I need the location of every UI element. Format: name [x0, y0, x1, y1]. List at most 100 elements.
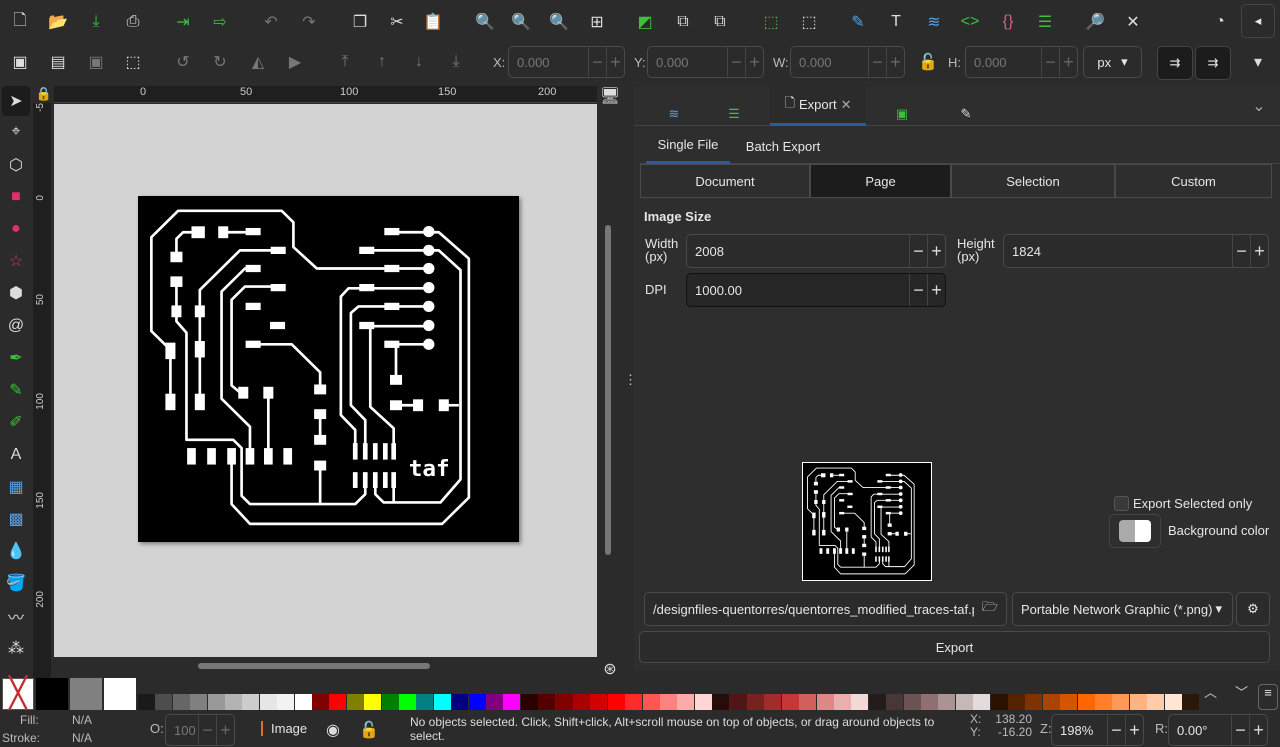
color-swatch[interactable] — [1008, 694, 1025, 710]
export-settings-button[interactable]: ⚙ — [1236, 592, 1270, 626]
vertical-scrollbar[interactable] — [605, 225, 611, 555]
ellipse-tool-icon[interactable]: ● — [4, 217, 28, 241]
area-document[interactable]: Document — [640, 164, 810, 198]
raise-to-top-icon[interactable]: ◩ — [633, 10, 657, 34]
shape-builder-icon[interactable]: ⬡ — [4, 153, 28, 177]
white-swatch[interactable] — [104, 678, 136, 710]
h-field[interactable]: 0.000− + — [965, 46, 1078, 78]
layer-visibility-icon[interactable]: ◉ — [321, 718, 345, 742]
stroke-value[interactable]: N/A — [72, 731, 92, 745]
raise-top-icon[interactable]: ⤒ — [333, 50, 357, 74]
guide-lock-icon[interactable]: 🔒 — [34, 84, 54, 104]
color-swatch[interactable] — [172, 694, 190, 710]
folder-open-icon[interactable]: 🗁 — [974, 598, 1006, 620]
color-swatch[interactable] — [190, 694, 208, 710]
color-swatch[interactable] — [225, 694, 242, 710]
color-swatch[interactable] — [486, 694, 503, 710]
color-swatch[interactable] — [973, 694, 991, 710]
transform-stroke-button[interactable]: ⇉ — [1157, 46, 1193, 80]
color-swatch[interactable] — [277, 694, 295, 710]
color-swatch[interactable] — [747, 694, 764, 710]
dpi-field[interactable]: 1000.00− + — [686, 273, 946, 307]
raise-icon[interactable]: ↑ — [370, 50, 394, 74]
tab-batch-export[interactable]: Batch Export — [740, 128, 826, 164]
export-button[interactable]: Export — [639, 631, 1270, 663]
mesh-tool-icon[interactable]: ▩ — [4, 507, 28, 531]
color-swatch[interactable] — [729, 694, 747, 710]
color-swatch[interactable] — [155, 694, 173, 710]
tab-export[interactable]: 🗋 Export ✕ — [770, 86, 866, 126]
rotation-field[interactable]: 0.00° − + — [1168, 714, 1268, 746]
redo-icon[interactable]: ↷ — [297, 10, 321, 34]
color-swatch[interactable] — [781, 694, 799, 710]
color-swatch[interactable] — [660, 694, 677, 710]
color-swatch[interactable] — [1129, 694, 1147, 710]
select-all-icon[interactable]: ▣ — [8, 50, 32, 74]
lower-bottom-icon[interactable]: ⤓ — [444, 50, 468, 74]
close-icon[interactable]: ✕ — [841, 97, 852, 113]
scroll-up-icon[interactable]: ︿ — [1204, 682, 1217, 701]
select-same-icon[interactable]: ⬚ — [121, 50, 145, 74]
color-swatch[interactable] — [712, 694, 730, 710]
color-swatch[interactable] — [503, 694, 521, 710]
group-icon[interactable]: ⬚ — [759, 10, 783, 34]
zoom-drawing-icon[interactable]: 🔍 — [509, 10, 533, 34]
opacity-field[interactable]: 100− + — [165, 714, 235, 746]
ungroup-icon[interactable]: ⬚ — [797, 10, 821, 34]
horizontal-scrollbar[interactable] — [198, 663, 430, 669]
area-selection[interactable]: Selection — [951, 164, 1115, 198]
y-field[interactable]: 0.000− + — [647, 46, 764, 78]
lower-icon[interactable]: ↓ — [407, 50, 431, 74]
rotate-cw-icon[interactable]: ↻ — [208, 50, 232, 74]
color-swatch[interactable] — [294, 694, 312, 710]
color-swatch[interactable] — [834, 694, 851, 710]
spiral-tool-icon[interactable]: @ — [4, 314, 28, 338]
color-swatch[interactable] — [242, 694, 260, 710]
color-swatch[interactable] — [520, 694, 538, 710]
color-swatch[interactable] — [1164, 694, 1182, 710]
selectors-icon[interactable]: {} — [996, 10, 1020, 34]
color-swatch[interactable] — [677, 694, 695, 710]
layer-lock-icon[interactable]: 🔓 — [357, 718, 381, 742]
align-icon[interactable]: ☰ — [1033, 10, 1057, 34]
zoom-page-icon[interactable]: 🔍 — [547, 10, 571, 34]
deselect-icon[interactable]: ▣ — [84, 50, 108, 74]
current-layer[interactable]: Image — [261, 721, 307, 736]
flip-vertical-icon[interactable]: ▶ — [283, 50, 307, 74]
color-swatch[interactable] — [1112, 694, 1130, 710]
tab-single-file[interactable]: Single File — [646, 128, 730, 164]
height-field[interactable]: 1824− + — [1003, 234, 1269, 268]
color-swatch[interactable] — [851, 694, 869, 710]
paste-icon[interactable]: 📋 — [421, 10, 445, 34]
color-swatch[interactable] — [1025, 694, 1043, 710]
color-swatch[interactable] — [346, 694, 364, 710]
color-swatch[interactable] — [903, 694, 921, 710]
color-swatch[interactable] — [816, 694, 834, 710]
tweak-tool-icon[interactable]: 〰 — [4, 604, 28, 628]
color-swatch[interactable] — [468, 694, 486, 710]
pen-tool-icon[interactable]: ✒ — [4, 346, 28, 370]
color-swatch[interactable] — [329, 694, 347, 710]
collapse-commands-button[interactable]: ◂ — [1241, 4, 1275, 38]
color-swatch[interactable] — [573, 694, 590, 710]
color-swatch[interactable] — [990, 694, 1008, 710]
open-folder-icon[interactable]: 📂 — [46, 10, 70, 34]
select-all-layers-icon[interactable]: ▤ — [46, 50, 70, 74]
xml-editor-icon[interactable]: <> — [958, 10, 982, 34]
text-tool-icon[interactable]: T — [884, 10, 908, 34]
color-swatch[interactable] — [642, 694, 660, 710]
node-tool-icon[interactable]: ⌖ — [4, 120, 28, 144]
display-mode-icon[interactable]: 🖥 — [598, 84, 622, 108]
no-paint-swatch[interactable]: ╳ — [2, 678, 34, 710]
transform-corners-button[interactable]: ⇉ — [1195, 46, 1231, 80]
unlock-object-icon[interactable]: ⧉ — [708, 10, 732, 34]
background-color-button[interactable] — [1109, 514, 1161, 548]
color-swatch[interactable] — [921, 694, 938, 710]
scroll-down-icon[interactable]: ﹀ — [1235, 682, 1248, 701]
export-selected-checkbox[interactable] — [1114, 496, 1129, 511]
color-swatch[interactable] — [555, 694, 573, 710]
lock-object-icon[interactable]: ⧉ — [671, 10, 695, 34]
zoom-selection-icon[interactable]: 🔍 — [473, 10, 497, 34]
color-swatch[interactable] — [433, 694, 451, 710]
chevron-down-icon[interactable]: ⌄ — [1247, 94, 1271, 118]
